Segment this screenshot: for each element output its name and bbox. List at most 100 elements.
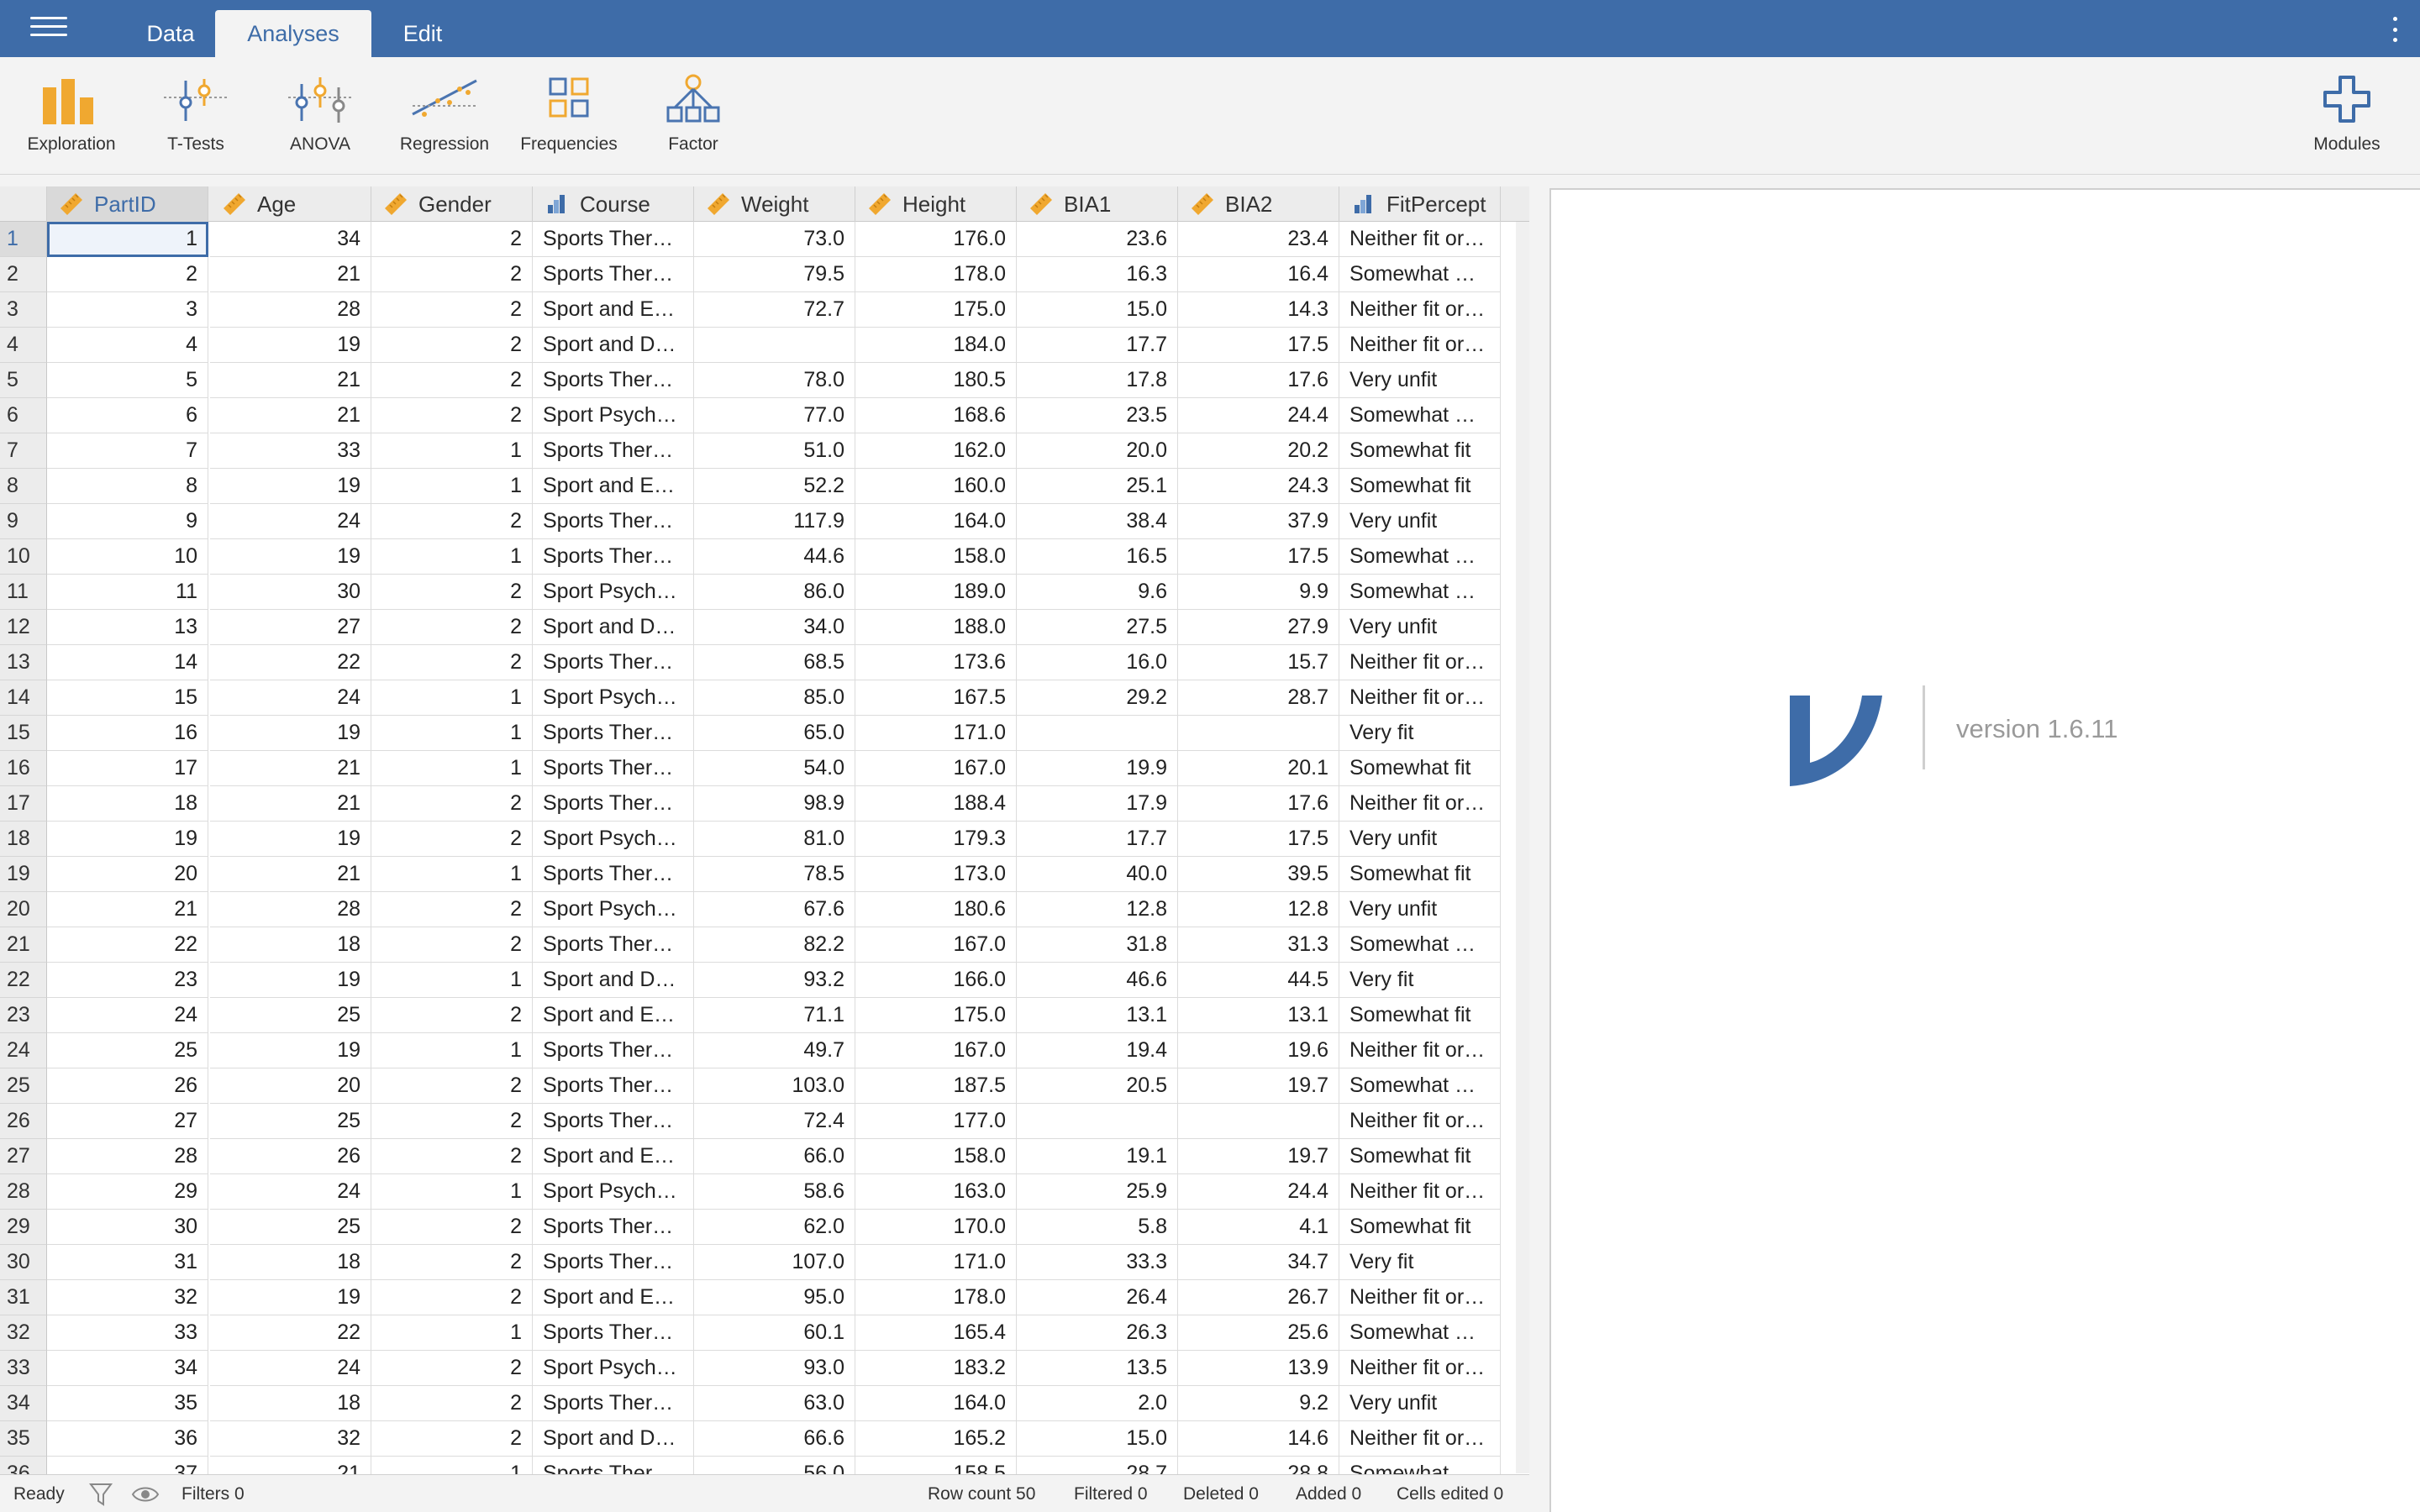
cell-bia1[interactable]: 20.0 — [1017, 433, 1178, 469]
cell-course[interactable]: Sport Psych… — [533, 680, 694, 716]
cell-height[interactable]: 180.6 — [855, 892, 1017, 927]
cell-course[interactable]: Sport Psych… — [533, 1174, 694, 1210]
cell-age[interactable]: 24 — [210, 504, 371, 539]
cell-bia1[interactable]: 26.4 — [1017, 1280, 1178, 1315]
cell-fitpercept[interactable]: Somewhat … — [1339, 539, 1501, 575]
cell-height[interactable]: 168.6 — [855, 398, 1017, 433]
cell-weight[interactable]: 79.5 — [694, 257, 855, 292]
row-number[interactable]: 30 — [0, 1245, 47, 1280]
row-number[interactable]: 34 — [0, 1386, 47, 1421]
cell-gender[interactable]: 2 — [371, 1139, 533, 1174]
cell-bia1[interactable]: 20.5 — [1017, 1068, 1178, 1104]
cell-bia2[interactable]: 20.1 — [1178, 751, 1339, 786]
cell-partid[interactable]: 11 — [47, 575, 208, 610]
cell-bia2[interactable]: 19.7 — [1178, 1068, 1339, 1104]
row-number[interactable]: 24 — [0, 1033, 47, 1068]
cell-fitpercept[interactable]: Very unfit — [1339, 610, 1501, 645]
cell-age[interactable]: 21 — [210, 786, 371, 822]
cell-height[interactable]: 164.0 — [855, 504, 1017, 539]
cell-weight[interactable]: 49.7 — [694, 1033, 855, 1068]
cell-course[interactable]: Sports Ther… — [533, 786, 694, 822]
cell-partid[interactable]: 35 — [47, 1386, 208, 1421]
cell-gender[interactable]: 1 — [371, 539, 533, 575]
cell-age[interactable]: 30 — [210, 575, 371, 610]
cell-course[interactable]: Sports Ther… — [533, 1210, 694, 1245]
cell-gender[interactable]: 1 — [371, 963, 533, 998]
cell-fitpercept[interactable]: Somewhat fit — [1339, 1210, 1501, 1245]
row-number[interactable]: 16 — [0, 751, 47, 786]
cell-gender[interactable]: 2 — [371, 1280, 533, 1315]
cell-bia2[interactable]: 17.6 — [1178, 786, 1339, 822]
cell-fitpercept[interactable]: Very fit — [1339, 963, 1501, 998]
cell-course[interactable]: Sports Ther… — [533, 1315, 694, 1351]
row-number[interactable]: 5 — [0, 363, 47, 398]
column-header-age[interactable]: Age — [210, 186, 371, 222]
cell-bia2[interactable]: 25.6 — [1178, 1315, 1339, 1351]
row-number[interactable]: 29 — [0, 1210, 47, 1245]
cell-course[interactable]: Sports Ther… — [533, 257, 694, 292]
cell-partid[interactable]: 20 — [47, 857, 208, 892]
cell-bia2[interactable]: 20.2 — [1178, 433, 1339, 469]
cell-bia2[interactable]: 24.4 — [1178, 1174, 1339, 1210]
cell-partid[interactable]: 19 — [47, 822, 208, 857]
cell-height[interactable]: 179.3 — [855, 822, 1017, 857]
cell-weight[interactable]: 67.6 — [694, 892, 855, 927]
cell-course[interactable]: Sport and E… — [533, 469, 694, 504]
cell-age[interactable]: 18 — [210, 1386, 371, 1421]
column-header-bia2[interactable]: BIA2 — [1178, 186, 1339, 222]
row-number[interactable]: 25 — [0, 1068, 47, 1104]
cell-partid[interactable]: 3 — [47, 292, 208, 328]
cell-fitpercept[interactable]: Neither fit or… — [1339, 1280, 1501, 1315]
cell-height[interactable]: 187.5 — [855, 1068, 1017, 1104]
cell-partid[interactable]: 16 — [47, 716, 208, 751]
cell-weight[interactable]: 68.5 — [694, 645, 855, 680]
cell-fitpercept[interactable]: Somewhat fit — [1339, 433, 1501, 469]
row-number[interactable]: 17 — [0, 786, 47, 822]
cell-bia2[interactable]: 34.7 — [1178, 1245, 1339, 1280]
cell-weight[interactable]: 66.0 — [694, 1139, 855, 1174]
cell-height[interactable]: 158.0 — [855, 1139, 1017, 1174]
cell-partid[interactable]: 25 — [47, 1033, 208, 1068]
cell-bia1[interactable]: 40.0 — [1017, 857, 1178, 892]
cell-weight[interactable]: 58.6 — [694, 1174, 855, 1210]
cell-age[interactable]: 19 — [210, 963, 371, 998]
column-header-weight[interactable]: Weight — [694, 186, 855, 222]
cell-bia2[interactable]: 12.8 — [1178, 892, 1339, 927]
cell-height[interactable]: 165.2 — [855, 1421, 1017, 1457]
cell-height[interactable]: 176.0 — [855, 222, 1017, 257]
row-number[interactable]: 1 — [0, 222, 47, 257]
cell-bia2[interactable]: 24.3 — [1178, 469, 1339, 504]
cell-bia2[interactable]: 31.3 — [1178, 927, 1339, 963]
cell-height[interactable]: 171.0 — [855, 1245, 1017, 1280]
row-number[interactable]: 28 — [0, 1174, 47, 1210]
cell-height[interactable]: 173.6 — [855, 645, 1017, 680]
cell-bia1[interactable]: 28.7 — [1017, 1457, 1178, 1474]
cell-partid[interactable]: 24 — [47, 998, 208, 1033]
cell-age[interactable]: 24 — [210, 680, 371, 716]
cell-bia1[interactable]: 23.5 — [1017, 398, 1178, 433]
cell-course[interactable]: Sport Psych… — [533, 575, 694, 610]
cell-weight[interactable]: 34.0 — [694, 610, 855, 645]
cell-course[interactable]: Sport and D… — [533, 963, 694, 998]
cell-weight[interactable]: 81.0 — [694, 822, 855, 857]
row-number[interactable]: 31 — [0, 1280, 47, 1315]
cell-height[interactable]: 163.0 — [855, 1174, 1017, 1210]
cell-weight[interactable]: 66.6 — [694, 1421, 855, 1457]
hamburger-menu-icon[interactable] — [30, 17, 67, 42]
cell-bia2[interactable]: 15.7 — [1178, 645, 1339, 680]
cell-partid[interactable]: 8 — [47, 469, 208, 504]
row-number[interactable]: 3 — [0, 292, 47, 328]
column-header-height[interactable]: Height — [855, 186, 1017, 222]
cell-bia1[interactable]: 33.3 — [1017, 1245, 1178, 1280]
cell-bia2[interactable]: 24.4 — [1178, 398, 1339, 433]
cell-fitpercept[interactable]: Neither fit or… — [1339, 1033, 1501, 1068]
cell-gender[interactable]: 2 — [371, 998, 533, 1033]
cell-bia2[interactable]: 17.5 — [1178, 328, 1339, 363]
cell-bia1[interactable]: 26.3 — [1017, 1315, 1178, 1351]
column-header-course[interactable]: Course — [533, 186, 694, 222]
cell-age[interactable]: 21 — [210, 257, 371, 292]
cell-fitpercept[interactable]: Neither fit or… — [1339, 222, 1501, 257]
cell-weight[interactable]: 62.0 — [694, 1210, 855, 1245]
cell-height[interactable]: 175.0 — [855, 292, 1017, 328]
cell-gender[interactable]: 2 — [371, 222, 533, 257]
